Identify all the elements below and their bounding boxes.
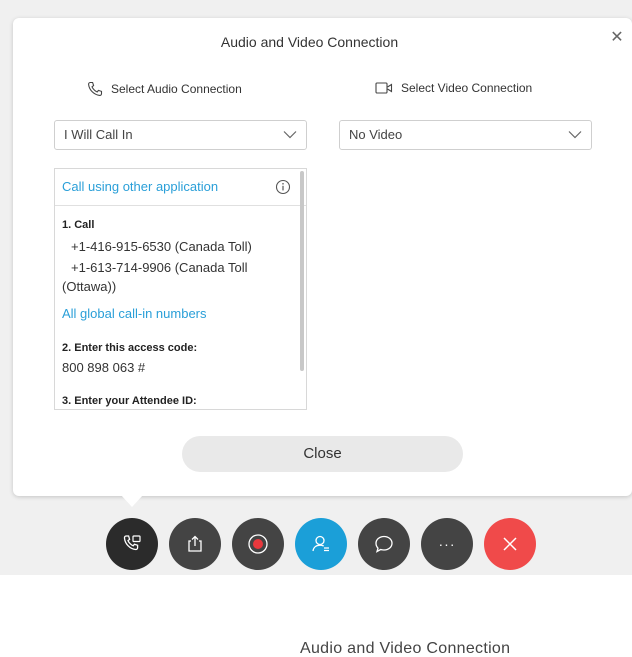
info-icon[interactable] — [275, 179, 291, 195]
partial-dialog-title: Audio and Video Connection — [300, 640, 511, 657]
audio-connection-button[interactable] — [106, 518, 158, 570]
end-meeting-icon — [503, 537, 517, 551]
global-numbers-link[interactable]: All global call-in numbers — [62, 306, 207, 321]
dialog-pointer — [121, 495, 143, 507]
step-1-label: 1. Call — [62, 219, 95, 231]
panel-scrollbar[interactable] — [300, 171, 304, 371]
video-camera-icon — [375, 82, 393, 94]
record-icon — [248, 534, 268, 554]
video-connection-select[interactable]: No Video — [339, 120, 592, 150]
audio-select-value: I Will Call In — [64, 127, 133, 142]
call-in-panel: Call using other application 1. Call +1-… — [54, 168, 307, 410]
share-icon — [188, 535, 202, 552]
step-3-label: 3. Enter your Attendee ID: — [62, 395, 197, 407]
audio-video-dialog: Audio and Video Connection ✕ Select Audi… — [13, 18, 632, 496]
chat-button[interactable] — [358, 518, 410, 570]
call-other-app-link[interactable]: Call using other application — [62, 179, 218, 194]
phone-number-ottawa: +1-613-714-9906 (Canada Toll — [71, 260, 248, 275]
step-2-label: 2. Enter this access code: — [62, 342, 198, 354]
record-button[interactable] — [232, 518, 284, 570]
phone-number-ottawa-cont: (Ottawa)) — [62, 279, 117, 294]
panel-header: Call using other application — [55, 169, 306, 206]
access-code: 800 898 063 # — [62, 360, 146, 375]
chevron-down-icon — [283, 131, 297, 139]
phone-icon — [88, 81, 103, 96]
more-icon: ··· — [438, 536, 456, 552]
dialog-title: Audio and Video Connection — [220, 34, 399, 50]
lower-background — [0, 575, 632, 649]
video-select-value: No Video — [349, 127, 403, 142]
chat-icon — [375, 535, 393, 553]
phone-number-canada: +1-416-915-6530 (Canada Toll) — [71, 239, 252, 254]
more-button[interactable]: ··· — [421, 518, 473, 570]
chevron-down-icon — [568, 131, 582, 139]
audio-section-label: Select Audio Connection — [111, 82, 242, 96]
end-meeting-button[interactable] — [484, 518, 536, 570]
audio-connection-icon — [123, 535, 141, 551]
video-section-heading: Select Video Connection — [375, 81, 532, 95]
close-icon[interactable]: ✕ — [609, 30, 625, 46]
video-section-label: Select Video Connection — [401, 81, 533, 95]
share-button[interactable] — [169, 518, 221, 570]
audio-section-heading: Select Audio Connection — [87, 81, 242, 97]
participants-icon — [312, 535, 329, 552]
participants-button[interactable] — [295, 518, 347, 570]
close-button[interactable]: Close — [182, 436, 463, 472]
audio-connection-select[interactable]: I Will Call In — [54, 120, 307, 150]
